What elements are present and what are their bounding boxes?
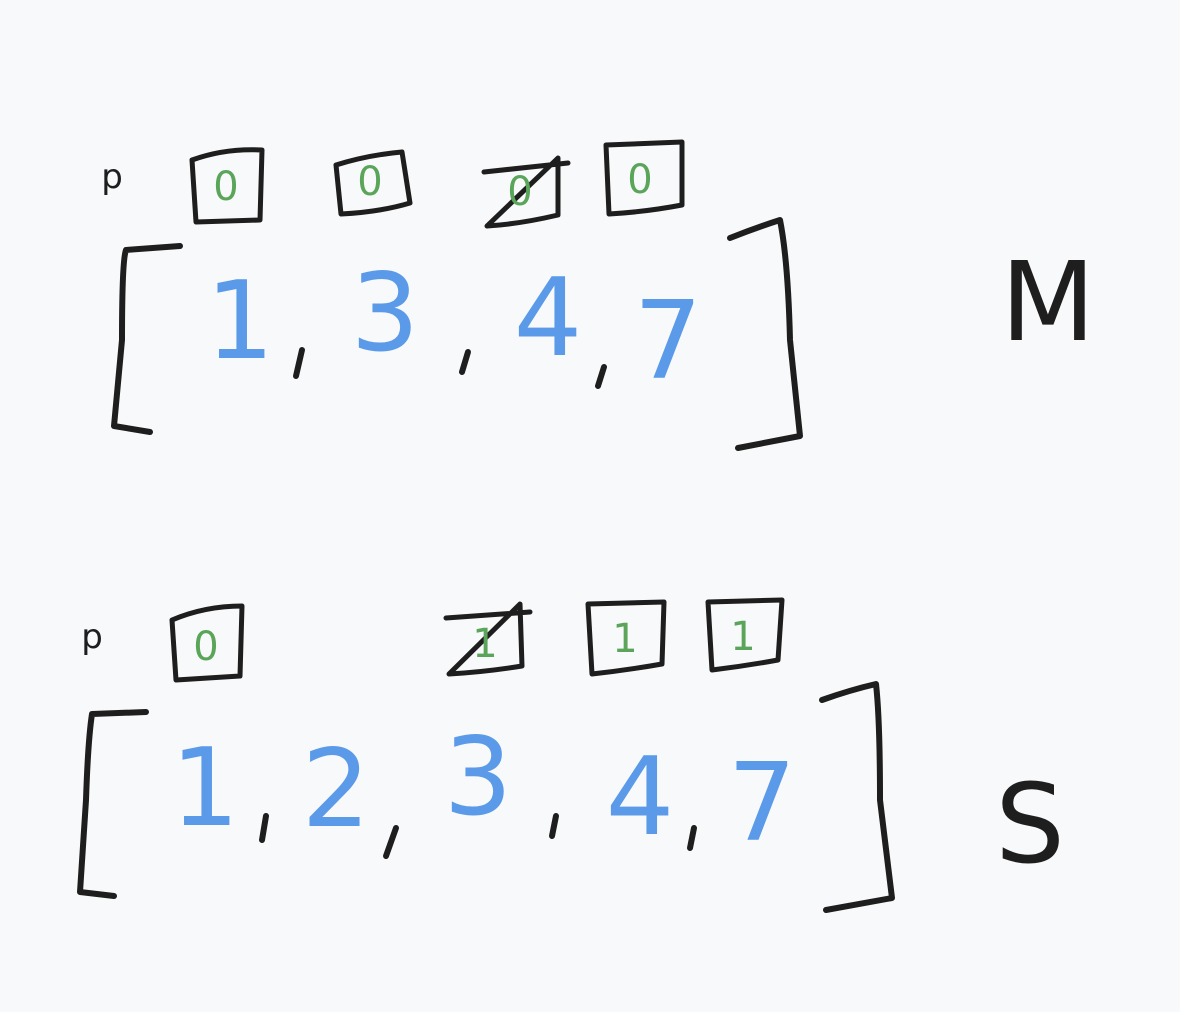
right-bracket <box>727 217 803 451</box>
array-value: 1 <box>171 726 240 851</box>
left-bracket <box>77 709 149 899</box>
flag-box: 1 <box>585 599 667 677</box>
flag-box: 1 <box>705 597 785 673</box>
array-value: 4 <box>514 256 583 381</box>
flag-value: 0 <box>507 169 532 215</box>
right-bracket <box>819 681 895 913</box>
flag-box: 1 <box>443 601 533 677</box>
flag-value: 1 <box>730 614 755 660</box>
flag-box: 0 <box>169 603 245 683</box>
array-name: S <box>995 760 1065 888</box>
array-value: 1 <box>206 259 275 384</box>
comma <box>259 813 269 843</box>
comma <box>459 349 471 375</box>
flag-box: 0 <box>333 149 413 217</box>
flag-value: 1 <box>472 621 497 667</box>
array-value: 3 <box>351 251 420 376</box>
pointer-label: p <box>101 157 123 197</box>
array-value: 2 <box>302 727 371 852</box>
comma <box>293 347 305 379</box>
flag-box: 0 <box>481 155 571 229</box>
array-value: 7 <box>728 741 797 866</box>
flag-box: 0 <box>603 139 685 217</box>
array-value: 3 <box>444 715 513 840</box>
flag-value: 1 <box>612 616 637 662</box>
array-m: p 0 0 0 0 1 3 4 7 M <box>101 139 1096 451</box>
diagram-canvas: p 0 0 0 0 1 3 4 7 M p 0 1 1 1 1 2 3 4 7 … <box>77 139 1096 913</box>
comma <box>383 825 399 859</box>
left-bracket <box>111 243 183 435</box>
array-name: M <box>1001 238 1096 366</box>
pointer-label: p <box>81 617 103 657</box>
flag-box: 0 <box>189 147 265 225</box>
flag-value: 0 <box>357 159 382 205</box>
comma <box>595 364 607 389</box>
flag-value: 0 <box>627 157 652 203</box>
comma <box>549 813 559 839</box>
flag-value: 0 <box>213 164 238 210</box>
flag-value: 0 <box>193 624 218 670</box>
array-s: p 0 1 1 1 1 2 3 4 7 S <box>77 597 1065 913</box>
comma <box>687 825 697 851</box>
array-value: 4 <box>606 735 675 860</box>
array-value: 7 <box>634 279 703 404</box>
